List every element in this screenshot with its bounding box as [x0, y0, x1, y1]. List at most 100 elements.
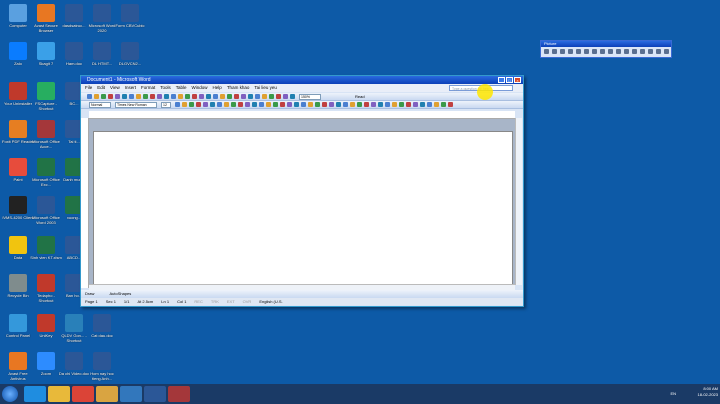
toolbar-button-icon[interactable]	[259, 102, 264, 107]
taskbar-explorer-icon[interactable]	[48, 386, 70, 402]
toolbar-button-icon[interactable]	[385, 102, 390, 107]
picture-tool-icon[interactable]	[640, 49, 645, 54]
picture-tool-icon[interactable]	[600, 49, 605, 54]
toolbar-button-icon[interactable]	[266, 102, 271, 107]
system-tray[interactable]: EN 8:00 AM 18-02-2023	[670, 386, 718, 402]
toolbar-button-icon[interactable]	[322, 102, 327, 107]
toolbar-button-icon[interactable]	[220, 94, 225, 99]
close-button[interactable]: ×	[514, 77, 521, 83]
toolbar-button-icon[interactable]	[329, 102, 334, 107]
maximize-button[interactable]: □	[506, 77, 513, 83]
toolbar-button-icon[interactable]	[248, 94, 253, 99]
toolbar-button-icon[interactable]	[262, 94, 267, 99]
toolbar-button-icon[interactable]	[301, 102, 306, 107]
document-page[interactable]	[93, 131, 513, 284]
toolbar-button-icon[interactable]	[238, 102, 243, 107]
toolbar-button-icon[interactable]	[224, 102, 229, 107]
toolbar-button-icon[interactable]	[392, 102, 397, 107]
style-select[interactable]: Normal	[89, 102, 111, 108]
zoom-select[interactable]: 150%	[299, 94, 321, 100]
status-ovr[interactable]: OVR	[243, 298, 252, 305]
toolbar-button-icon[interactable]	[350, 102, 355, 107]
taskbar-explorer-folder-icon[interactable]	[96, 386, 118, 402]
toolbar-button-icon[interactable]	[245, 102, 250, 107]
toolbar-button-icon[interactable]	[185, 94, 190, 99]
toolbar-button-icon[interactable]	[150, 94, 155, 99]
toolbar-button-icon[interactable]	[406, 102, 411, 107]
horizontal-ruler[interactable]	[89, 111, 515, 119]
toolbar-button-icon[interactable]	[343, 102, 348, 107]
toolbar-button-icon[interactable]	[364, 102, 369, 107]
toolbar-button-icon[interactable]	[175, 102, 180, 107]
menu-item[interactable]: Tai lieu yeu	[254, 84, 277, 92]
picture-tool-icon[interactable]	[576, 49, 581, 54]
font-size-select[interactable]: 12	[161, 102, 171, 108]
menu-item[interactable]: Table	[176, 84, 187, 92]
minimize-button[interactable]: _	[498, 77, 505, 83]
menu-item[interactable]: Tham khao	[227, 84, 250, 92]
taskbar-edge-icon[interactable]	[120, 386, 142, 402]
menu-item[interactable]: Tools	[160, 84, 171, 92]
toolbar-button-icon[interactable]	[336, 102, 341, 107]
desktop-icon[interactable]: Form CBVCubic	[114, 4, 146, 28]
picture-tool-icon[interactable]	[648, 49, 653, 54]
desktop-icon[interactable]: DLGVCN2...	[114, 42, 146, 66]
toolbar-button-icon[interactable]	[129, 94, 134, 99]
picture-tool-icon[interactable]	[568, 49, 573, 54]
toolbar-button-icon[interactable]	[203, 102, 208, 107]
toolbar-button-icon[interactable]	[413, 102, 418, 107]
font-select[interactable]: Times New Roman	[115, 102, 157, 108]
picture-tool-icon[interactable]	[544, 49, 549, 54]
tray-language[interactable]: EN	[670, 391, 676, 397]
menu-item[interactable]: Format	[141, 84, 155, 92]
picture-tool-icon[interactable]	[560, 49, 565, 54]
toolbar-button-icon[interactable]	[294, 102, 299, 107]
toolbar-button-icon[interactable]	[213, 94, 218, 99]
toolbar-button-icon[interactable]	[217, 102, 222, 107]
toolbar-button-icon[interactable]	[136, 94, 141, 99]
toolbar-button-icon[interactable]	[371, 102, 376, 107]
picture-tool-icon[interactable]	[624, 49, 629, 54]
toolbar-button-icon[interactable]	[273, 102, 278, 107]
picture-tool-icon[interactable]	[616, 49, 621, 54]
taskbar-word-icon[interactable]	[144, 386, 166, 402]
toolbar-button-icon[interactable]	[210, 102, 215, 107]
toolbar-button-icon[interactable]	[399, 102, 404, 107]
picture-tool-icon[interactable]	[664, 49, 669, 54]
picture-tool-icon[interactable]	[632, 49, 637, 54]
vertical-ruler[interactable]	[81, 118, 89, 288]
toolbar-button-icon[interactable]	[448, 102, 453, 107]
menu-item[interactable]: Window	[192, 84, 208, 92]
taskbar-access-icon[interactable]	[168, 386, 190, 402]
toolbar-button-icon[interactable]	[434, 102, 439, 107]
title-bar[interactable]: Document1 - Microsoft Word _ □ ×	[81, 76, 523, 84]
start-button[interactable]	[2, 386, 18, 402]
toolbar-button-icon[interactable]	[182, 102, 187, 107]
taskbar-ie-icon[interactable]	[24, 386, 46, 402]
toolbar-button-icon[interactable]	[143, 94, 148, 99]
toolbar-button-icon[interactable]	[196, 102, 201, 107]
draw-menu[interactable]: Draw	[85, 291, 94, 296]
toolbar-button-icon[interactable]	[164, 94, 169, 99]
toolbar-button-icon[interactable]	[101, 94, 106, 99]
toolbar-button-icon[interactable]	[171, 94, 176, 99]
word-window[interactable]: Document1 - Microsoft Word _ □ × File Edi…	[80, 75, 524, 307]
toolbar-button-icon[interactable]	[87, 94, 92, 99]
status-rec[interactable]: REC	[194, 298, 202, 305]
desktop-icon[interactable]: Cat dau.doc	[86, 314, 118, 338]
vertical-scrollbar[interactable]	[515, 118, 522, 285]
toolbar-button-icon[interactable]	[252, 102, 257, 107]
toolbar-button-icon[interactable]	[157, 94, 162, 99]
picture-tool-icon[interactable]	[608, 49, 613, 54]
picture-tool-icon[interactable]	[592, 49, 597, 54]
toolbar-button-icon[interactable]	[276, 94, 281, 99]
menu-item[interactable]: View	[110, 84, 120, 92]
picture-tool-icon[interactable]	[552, 49, 557, 54]
toolbar-button-icon[interactable]	[199, 94, 204, 99]
menu-item[interactable]: Help	[213, 84, 222, 92]
menu-item[interactable]: Edit	[97, 84, 105, 92]
toolbar-button-icon[interactable]	[178, 94, 183, 99]
toolbar-button-icon[interactable]	[290, 94, 295, 99]
toolbar-button-icon[interactable]	[234, 94, 239, 99]
picture-tool-icon[interactable]	[584, 49, 589, 54]
